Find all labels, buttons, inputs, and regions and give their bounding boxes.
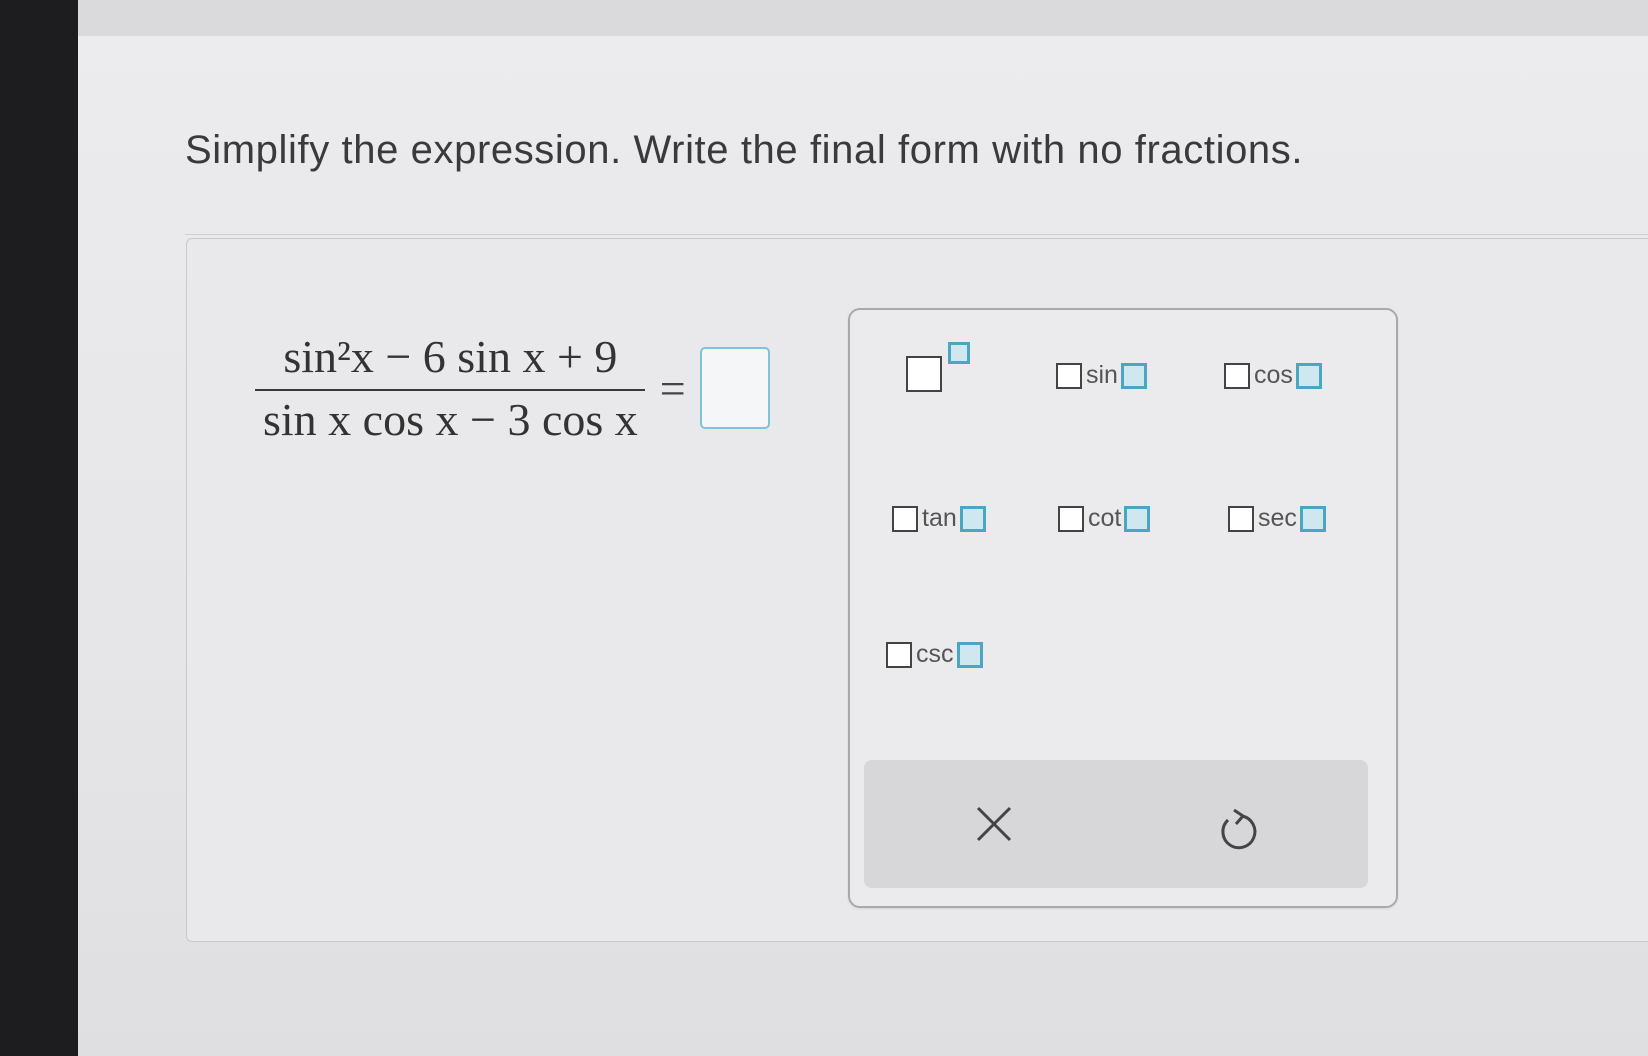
cot-label: cot <box>1088 504 1122 532</box>
close-icon <box>976 806 1012 842</box>
math-palette: sin cos tan cot sec csc <box>848 308 1398 908</box>
sec-label: sec <box>1258 504 1297 532</box>
argument-slot-icon <box>956 641 983 668</box>
undo-icon <box>1221 808 1257 850</box>
coefficient-slot-icon <box>892 505 918 532</box>
sec-key[interactable]: sec <box>1228 504 1326 533</box>
equals-sign: = <box>659 362 686 414</box>
base-slot-icon <box>906 356 942 392</box>
tan-label: tan <box>922 504 957 532</box>
coefficient-slot-icon <box>886 641 912 668</box>
argument-slot-icon <box>1124 505 1151 532</box>
equation: sin²x − 6 sin x + 9 sin x cos x − 3 cos … <box>255 318 770 458</box>
argument-slot-icon <box>1295 362 1322 389</box>
palette-actions <box>864 760 1368 888</box>
power-key[interactable] <box>906 342 970 392</box>
argument-slot-icon <box>1299 505 1326 532</box>
answer-input[interactable] <box>699 347 770 429</box>
csc-key[interactable]: csc <box>886 640 983 669</box>
csc-label: csc <box>916 640 954 668</box>
coefficient-slot-icon <box>1224 362 1250 389</box>
sin-label: sin <box>1086 361 1118 389</box>
question-prompt: Simplify the expression. Write the final… <box>185 128 1304 172</box>
coefficient-slot-icon <box>1056 362 1082 389</box>
cos-label: cos <box>1254 361 1293 389</box>
cos-key[interactable]: cos <box>1224 361 1322 390</box>
argument-slot-icon <box>959 505 986 532</box>
divider <box>185 234 1648 235</box>
argument-slot-icon <box>1120 362 1147 389</box>
cot-key[interactable]: cot <box>1058 504 1151 533</box>
device-bezel <box>0 0 78 1056</box>
sin-key[interactable]: sin <box>1056 361 1147 390</box>
fraction: sin²x − 6 sin x + 9 sin x cos x − 3 cos … <box>255 330 646 446</box>
exponent-slot-icon <box>948 342 970 364</box>
numerator: sin²x − 6 sin x + 9 <box>283 331 618 382</box>
top-strip <box>78 0 1648 36</box>
clear-button[interactable] <box>964 794 1024 854</box>
coefficient-slot-icon <box>1228 505 1254 532</box>
undo-button[interactable] <box>1208 800 1268 860</box>
denominator: sin x cos x − 3 cos x <box>263 394 638 445</box>
coefficient-slot-icon <box>1058 505 1084 532</box>
tan-key[interactable]: tan <box>892 504 986 533</box>
